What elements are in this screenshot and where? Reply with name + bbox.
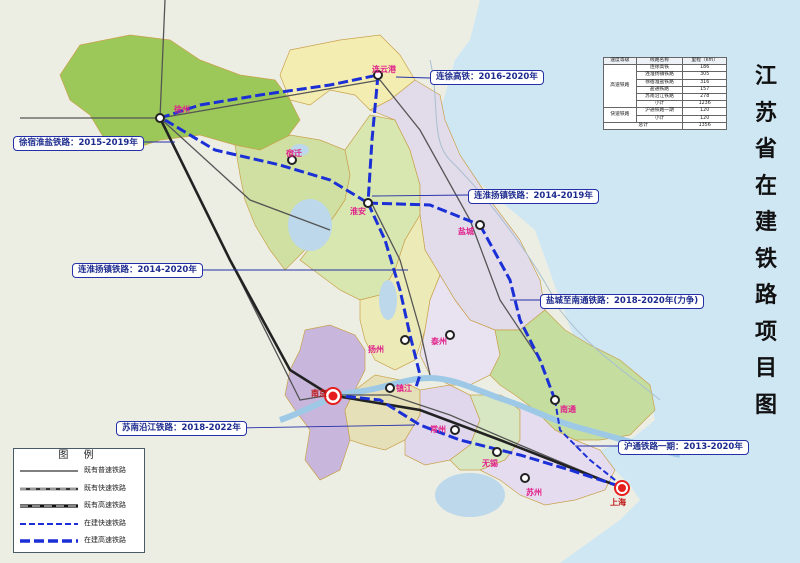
capital-marker <box>324 387 342 405</box>
gaoyou-lake <box>379 280 397 320</box>
line-name-cell: 苏南沿江铁路 <box>635 93 684 102</box>
legend-swatch-existing-normal <box>20 470 78 472</box>
title-char: 项 <box>754 318 777 345</box>
line-name-cell: 连淮扬镇铁路 <box>635 71 684 80</box>
title-char: 路 <box>754 282 777 308</box>
callout-yanchengnantong: 盐城至南通铁路：2018-2020年(力争) <box>540 294 705 309</box>
subtotal-label-cell: 小计 <box>635 100 684 109</box>
callout-lianxu: 连徐高铁：2016-2020年 <box>430 70 544 85</box>
callout-sunanyanjiang: 苏南沿江铁路：2018-2022年 <box>116 421 247 436</box>
title-char: 铁 <box>754 245 777 272</box>
subtotal-value-cell: 1236 <box>682 100 727 109</box>
city-label-changzhou: 常州 <box>430 425 446 434</box>
table-header: 速度等级 <box>603 56 637 66</box>
city-label-yancheng: 盐城 <box>458 227 474 236</box>
legend-label: 在建高速铁路 <box>84 536 126 544</box>
map-title: 江 苏 省 在 建 铁 路 项 目 图 <box>752 58 780 423</box>
mileage-cell: 186 <box>682 64 727 73</box>
city-label-suqian: 宿迁 <box>286 149 302 158</box>
city-label-lianyungang: 连云港 <box>372 65 396 74</box>
city-label-shanghai: 上海 <box>610 498 626 507</box>
title-char: 省 <box>754 136 777 162</box>
city-label-yangzhou: 扬州 <box>368 345 384 354</box>
speed-grade-cell: 快速铁路 <box>603 107 637 123</box>
city-label-nantong: 南通 <box>560 405 576 414</box>
total-value-cell: 1356 <box>682 121 727 131</box>
subtotal-value-cell: 120 <box>682 114 727 123</box>
mileage-cell: 305 <box>682 71 727 80</box>
mileage-summary-table: 速度等级 线路名称 里程（km） 高速铁路 连徐高铁 186 连淮扬镇铁路 30… <box>602 56 727 131</box>
callout-hutong: 沪通铁路一期：2013-2020年 <box>618 440 749 455</box>
legend-label: 既有快速铁路 <box>84 483 126 492</box>
title-char: 目 <box>754 355 777 381</box>
title-char: 苏 <box>754 99 777 126</box>
title-char: 建 <box>754 209 777 235</box>
legend-label: 既有高速铁路 <box>84 501 126 509</box>
map-stage: 江 苏 省 在 建 铁 路 项 目 图 速度等级 线路名称 里程（km） 高速铁… <box>0 0 800 563</box>
legend-label: 既有普速铁路 <box>84 466 126 474</box>
title-char: 图 <box>754 391 777 418</box>
legend-item: 既有快速铁路 <box>14 481 144 499</box>
line-name-cell: 连徐高铁 <box>635 64 684 73</box>
city-label-nanjing: 南京 <box>311 389 327 398</box>
legend-title: 图 例 <box>58 450 100 461</box>
city-label-wuxi: 无锡 <box>482 459 498 468</box>
shanghai-marker <box>614 480 630 496</box>
mileage-cell: 157 <box>682 85 727 95</box>
line-name-cell: 盐通铁路 <box>635 85 684 95</box>
title-char: 在 <box>754 172 777 199</box>
tai-lake <box>435 473 505 517</box>
line-name-cell: 徐宿淮盐铁路 <box>635 78 684 87</box>
legend-swatch-building-fast <box>20 522 78 525</box>
total-label-cell: 总计 <box>602 121 684 131</box>
mileage-cell: 316 <box>682 78 727 87</box>
city-label-suzhou: 苏州 <box>526 488 542 497</box>
legend-item: 既有普速铁路 <box>14 463 144 481</box>
subtotal-label-cell: 小计 <box>635 114 684 123</box>
table-header: 线路名称 <box>635 56 684 66</box>
legend: 图 例 既有普速铁路 既有快速铁路 既有高速铁路 在建快速铁路 在建高速铁路 <box>13 448 145 553</box>
city-label-xuzhou: 徐州 <box>174 105 190 114</box>
legend-swatch-existing-fast <box>20 487 78 490</box>
line-name-cell: 沪通铁路一期 <box>635 107 684 116</box>
legend-swatch-building-high <box>20 539 78 543</box>
callout-xusuhuaiyan: 徐宿淮盐铁路：2015-2019年 <box>13 136 144 151</box>
legend-item: 在建高速铁路 <box>14 533 144 551</box>
mileage-cell: 278 <box>682 93 727 102</box>
title-char: 江 <box>754 63 777 89</box>
hongze-lake <box>288 199 332 251</box>
speed-grade-cell: 高速铁路 <box>603 64 637 109</box>
callout-lianhuaiyangzhen-2: 连淮扬镇铁路：2014-2020年 <box>72 263 203 278</box>
table-header: 里程（km） <box>682 56 727 66</box>
legend-swatch-existing-high <box>20 504 78 508</box>
city-label-taizhou: 泰州 <box>431 337 447 346</box>
legend-item: 既有高速铁路 <box>14 498 144 516</box>
legend-label: 在建快速铁路 <box>84 518 126 527</box>
city-label-huaian: 淮安 <box>350 207 366 216</box>
callout-lianhuaiyangzhen-1: 连淮扬镇铁路：2014-2019年 <box>468 189 599 204</box>
mileage-cell: 120 <box>682 107 727 116</box>
legend-item: 在建快速铁路 <box>14 516 144 534</box>
city-label-zhenjiang: 镇江 <box>396 384 412 393</box>
